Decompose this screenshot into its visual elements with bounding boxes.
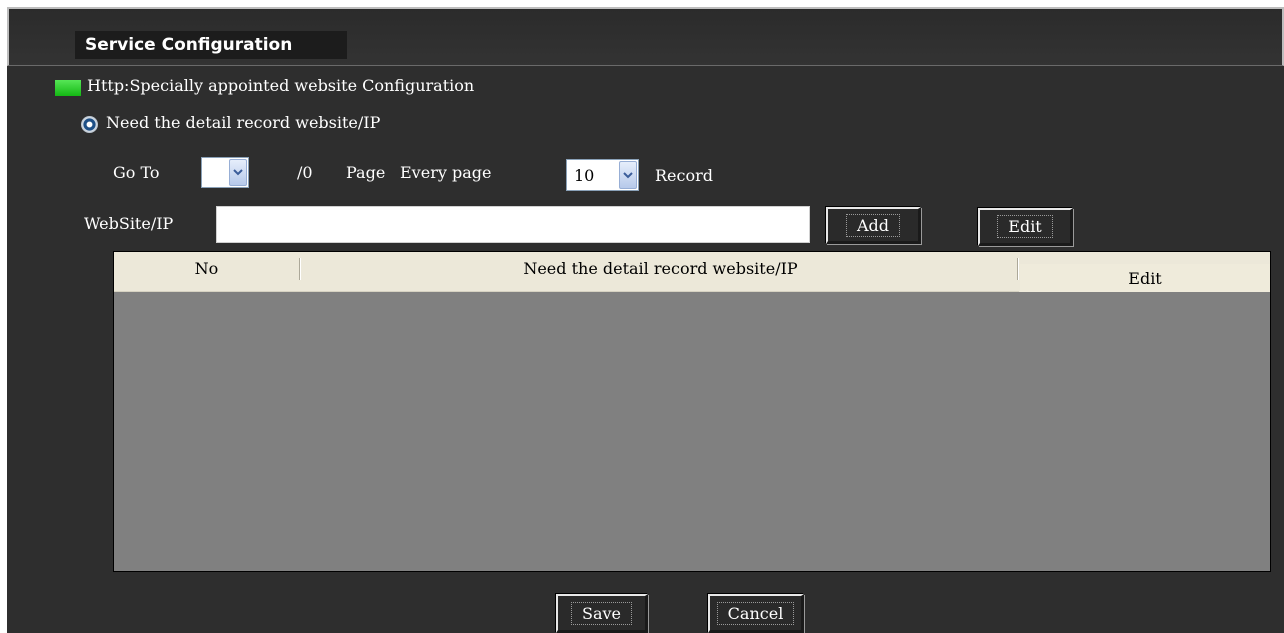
detail-record-radio[interactable] — [81, 116, 98, 133]
every-page-label: Every page — [400, 163, 492, 182]
header-shadow — [114, 291, 1019, 292]
column-header-no[interactable]: No — [114, 252, 299, 292]
edit-button[interactable]: Edit — [978, 208, 1073, 246]
table-header: No Need the detail record website/IP Edi… — [114, 252, 1270, 292]
page-title: Service Configuration — [75, 31, 347, 59]
title-bar: Service Configuration — [7, 7, 1284, 66]
save-button-label: Save — [570, 601, 632, 625]
save-button[interactable]: Save — [556, 594, 648, 633]
section-marker-icon — [55, 80, 81, 96]
config-panel: Service Configuration Http:Specially app… — [7, 7, 1284, 633]
column-header-edit[interactable]: Edit — [1020, 264, 1270, 292]
per-page-value: 10 — [574, 166, 595, 185]
column-header-website[interactable]: Need the detail record website/IP — [302, 252, 1019, 292]
detail-record-radio-label[interactable]: Need the detail record website/IP — [106, 114, 380, 132]
edit-button-label: Edit — [997, 215, 1053, 238]
section-title: Http:Specially appointed website Configu… — [87, 76, 475, 95]
cancel-button[interactable]: Cancel — [708, 594, 804, 633]
record-label: Record — [655, 166, 713, 185]
column-divider[interactable] — [299, 258, 301, 280]
per-page-select[interactable]: 10 — [566, 159, 639, 191]
add-button[interactable]: Add — [826, 207, 921, 244]
add-button-label: Add — [845, 213, 901, 237]
chevron-down-icon[interactable] — [619, 161, 637, 189]
chevron-down-icon[interactable] — [229, 159, 247, 186]
website-table: No Need the detail record website/IP Edi… — [113, 251, 1271, 572]
total-pages: /0 — [297, 163, 313, 182]
column-divider[interactable] — [1017, 258, 1019, 280]
website-input[interactable] — [216, 206, 810, 243]
cancel-button-label: Cancel — [716, 601, 795, 625]
website-label: WebSite/IP — [84, 214, 174, 233]
page-label: Page — [346, 163, 386, 182]
goto-label: Go To — [113, 163, 160, 182]
goto-page-select[interactable] — [201, 157, 249, 188]
